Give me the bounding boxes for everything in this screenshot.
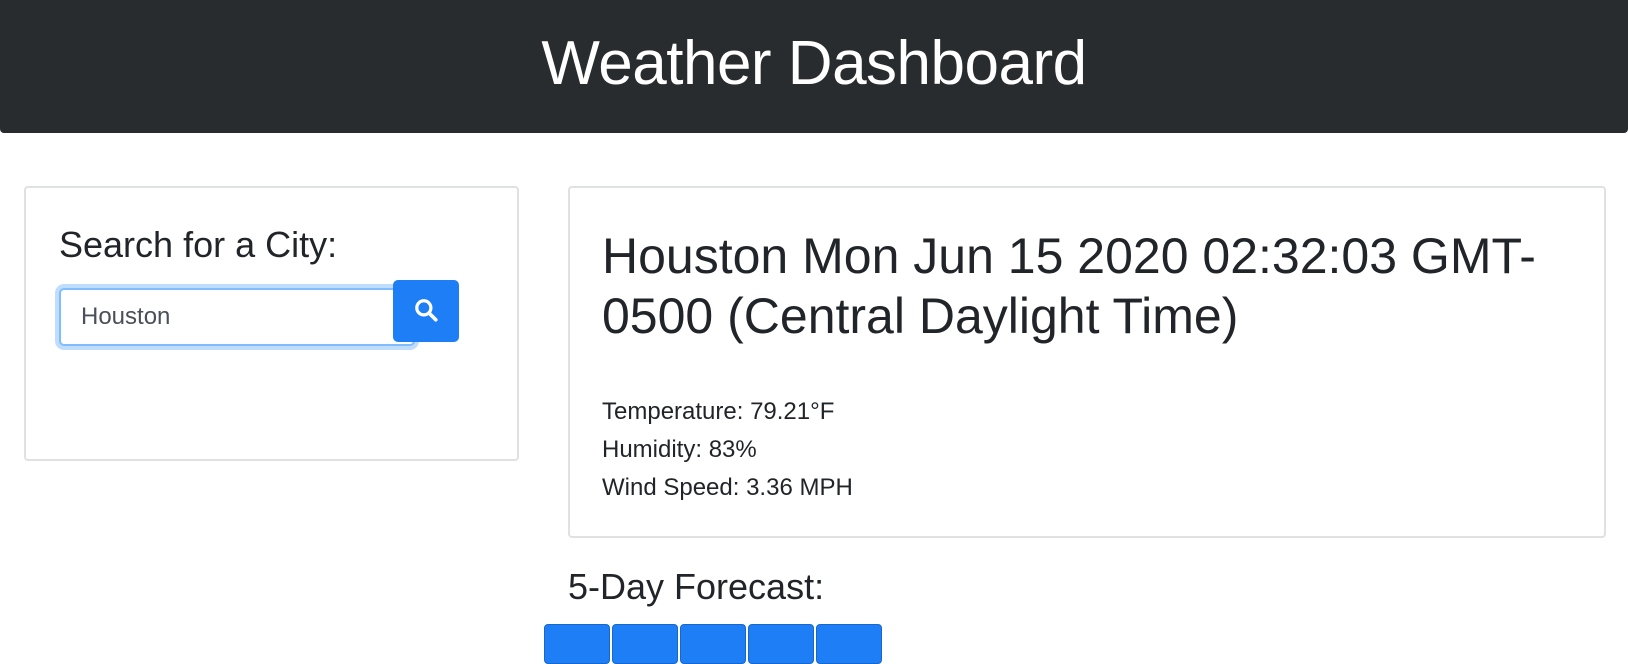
search-label: Search for a City: xyxy=(59,224,338,265)
forecast-card xyxy=(680,624,746,664)
current-city-title: Houston Mon Jun 15 2020 02:32:03 GMT-050… xyxy=(602,228,1536,344)
forecast-card xyxy=(612,624,678,664)
page-title: Weather Dashboard xyxy=(541,29,1087,98)
current-weather-panel: Houston Mon Jun 15 2020 02:32:03 GMT-050… xyxy=(568,186,1606,538)
search-button[interactable] xyxy=(393,280,459,342)
forecast-cards xyxy=(544,624,882,664)
forecast-heading: 5-Day Forecast: xyxy=(568,566,825,607)
search-icon xyxy=(413,297,439,326)
forecast-card xyxy=(544,624,610,664)
city-search-input[interactable] xyxy=(59,288,415,346)
wind-speed-value: Wind Speed: 3.36 MPH xyxy=(602,474,853,501)
page-header: Weather Dashboard xyxy=(0,0,1628,133)
forecast-card xyxy=(816,624,882,664)
humidity-value: Humidity: 83% xyxy=(602,436,757,463)
temperature-value: Temperature: 79.21°F xyxy=(602,398,835,425)
forecast-card xyxy=(748,624,814,664)
search-panel: Search for a City: xyxy=(24,186,519,461)
current-weather-stats: Temperature: 79.21°F Humidity: 83% Wind … xyxy=(602,393,853,507)
